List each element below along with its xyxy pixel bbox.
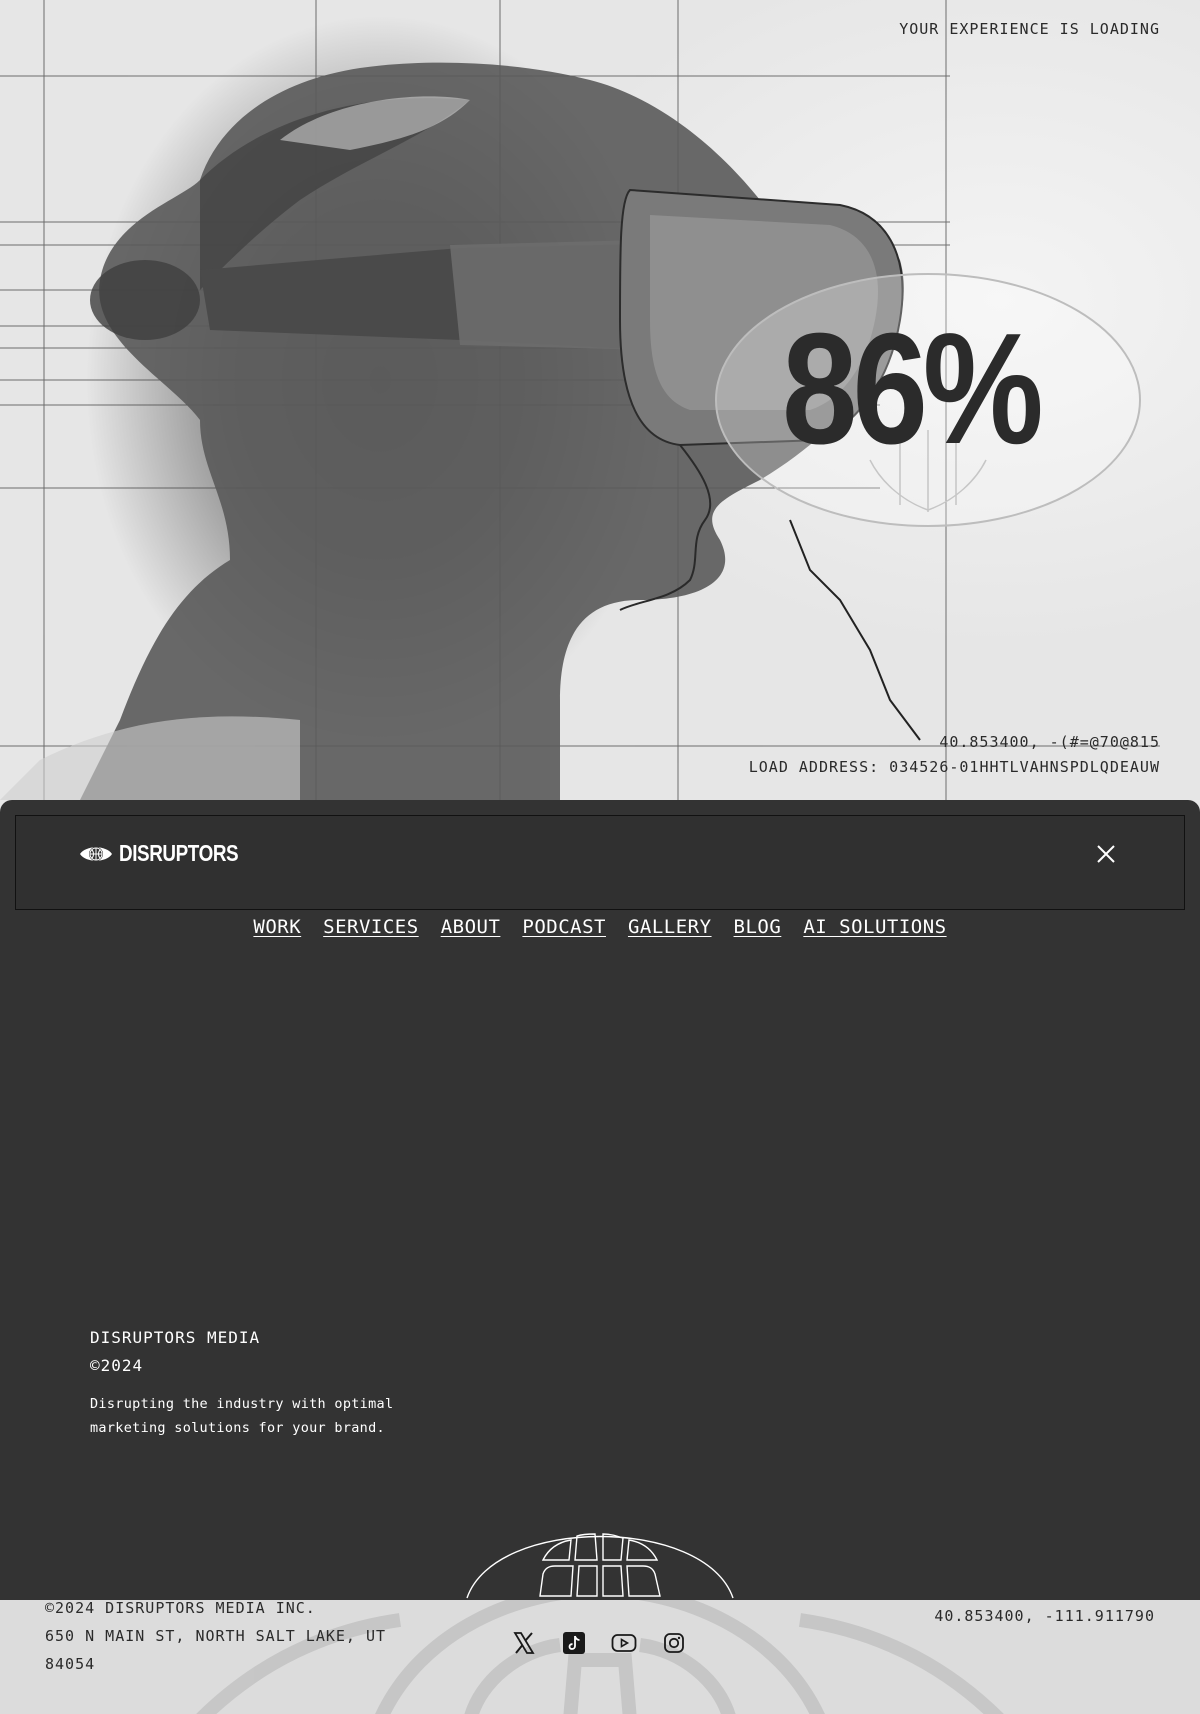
tiktok-link[interactable] [561, 1630, 587, 1656]
instagram-icon [664, 1633, 684, 1653]
brand-name: DISRUPTORS [119, 840, 239, 866]
footer-copyright: ©2024 DISRUPTORS MEDIA INC. [45, 1600, 316, 1617]
nav-item-work[interactable]: WORK [253, 916, 301, 938]
company-year: ©2024 [90, 1356, 144, 1375]
globe-emblem-icon [466, 1533, 734, 1599]
nav-item-ai-solutions[interactable]: AI SOLUTIONS [803, 916, 946, 938]
close-icon [1097, 845, 1115, 863]
site-footer: ©2024 DISRUPTORS MEDIA INC. 650 N MAIN S… [0, 1600, 1200, 1714]
menu-header: DISRUPTORS [15, 815, 1185, 910]
footer-legal: ©2024 DISRUPTORS MEDIA INC. 650 N MAIN S… [45, 1600, 405, 1678]
main-nav: WORK SERVICES ABOUT PODCAST GALLERY BLOG… [0, 916, 1200, 938]
hero-coordinates: 40.853400, -(#=@70@815 [939, 733, 1160, 751]
nav-item-podcast[interactable]: PODCAST [522, 916, 606, 938]
company-info: DISRUPTORS MEDIA ©2024 Disrupting the in… [90, 1324, 420, 1440]
x-link[interactable] [511, 1630, 537, 1656]
loading-percent: 86% [782, 301, 1044, 477]
loader-hero: YOUR EXPERIENCE IS LOADING 86% 40.853400… [0, 0, 1200, 800]
loading-status-label: YOUR EXPERIENCE IS LOADING [899, 20, 1160, 38]
company-name: DISRUPTORS MEDIA [90, 1328, 261, 1347]
brand-logo[interactable]: DISRUPTORS [79, 840, 264, 867]
social-links [511, 1630, 687, 1656]
footer-address: 650 N MAIN ST, NORTH SALT LAKE, UT 84054 [45, 1627, 387, 1673]
load-address: LOAD ADDRESS: 034526-01HHTLVAHNSPDLQDEAU… [748, 758, 1160, 776]
youtube-icon [611, 1634, 637, 1652]
footer-coordinates: 40.853400, -111.911790 [934, 1607, 1155, 1625]
nav-item-gallery[interactable]: GALLERY [628, 916, 712, 938]
youtube-link[interactable] [611, 1630, 637, 1656]
nav-item-about[interactable]: ABOUT [441, 916, 501, 938]
company-tagline: Disrupting the industry with optimal mar… [90, 1396, 394, 1436]
nav-item-blog[interactable]: BLOG [734, 916, 782, 938]
nav-item-services[interactable]: SERVICES [323, 916, 419, 938]
tiktok-icon [563, 1632, 585, 1654]
eye-globe-icon [80, 846, 112, 861]
x-icon [513, 1632, 535, 1654]
close-button[interactable] [1094, 842, 1118, 866]
instagram-link[interactable] [661, 1630, 687, 1656]
menu-panel: DISRUPTORS WORK SERVICES ABOUT PODCAST G… [0, 800, 1200, 1600]
